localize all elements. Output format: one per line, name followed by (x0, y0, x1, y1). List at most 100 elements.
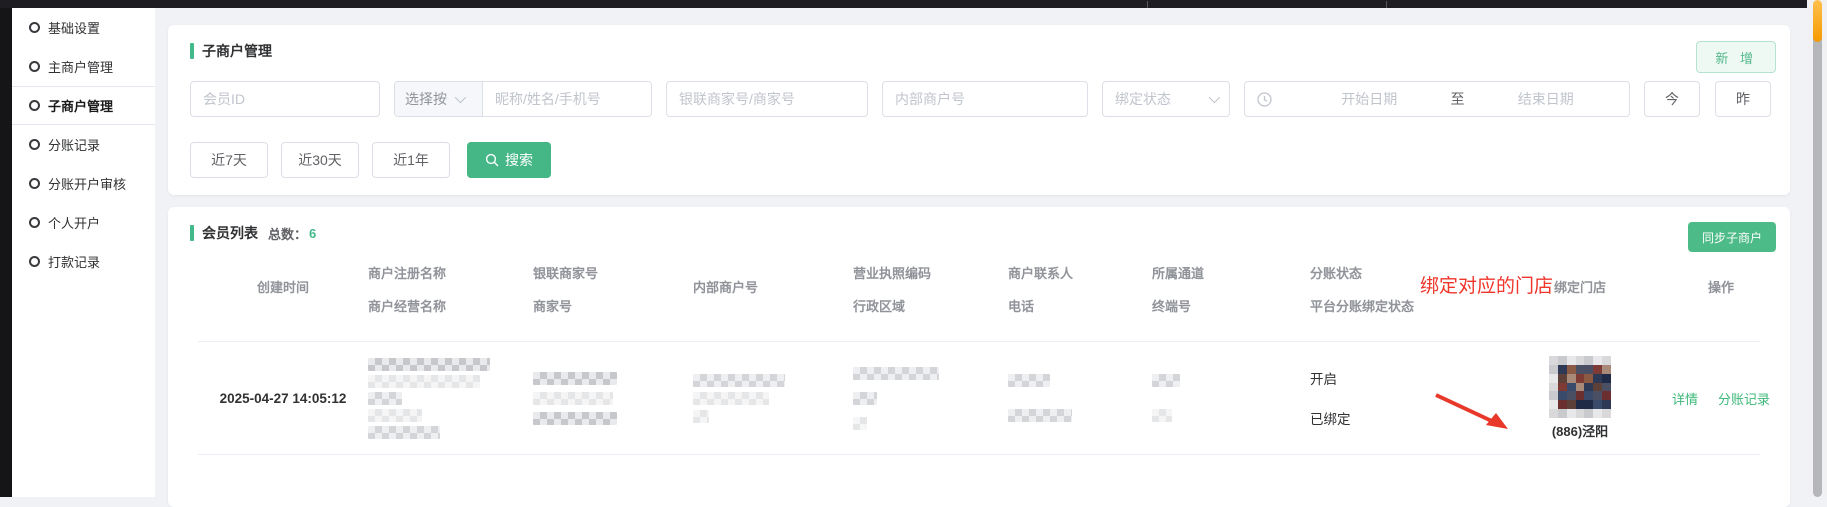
redacted-block (1008, 374, 1050, 387)
radio-circle-icon (29, 22, 40, 33)
col-header-channel: 所属通道 终端号 (1152, 257, 1310, 315)
store-image-pixel (1593, 365, 1602, 374)
store-image-pixel (1558, 383, 1567, 392)
store-image-pixel (1593, 383, 1602, 392)
cell-bound-store: (886)泾阳 (1510, 356, 1650, 440)
store-image-pixel (1576, 391, 1585, 400)
redacted-block (693, 410, 709, 423)
cell-create-time: 2025-04-27 14:05:12 (198, 391, 368, 406)
chevron-down-icon (1209, 92, 1220, 103)
search-button-label: 搜索 (505, 150, 533, 170)
store-image-pixel (1567, 374, 1576, 383)
internal-merchant-input[interactable] (882, 81, 1088, 117)
store-image-pixel (1593, 391, 1602, 400)
sidebar-item-split-account-audit[interactable]: 分账开户审核 (12, 164, 155, 203)
sidebar-item-payment-records[interactable]: 打款记录 (12, 242, 155, 281)
store-image-pixel (1584, 374, 1593, 383)
split-status-value: 开启 (1310, 368, 1510, 388)
store-image-pixel (1593, 374, 1602, 383)
search-button[interactable]: 搜索 (467, 142, 551, 178)
store-image-pixel (1549, 391, 1558, 400)
list-title: 会员列表 (202, 223, 258, 243)
sidebar-item-label: 分账开户审核 (48, 174, 126, 193)
total-count: 6 (309, 226, 316, 241)
store-image-pixel (1567, 365, 1576, 374)
redacted-block (368, 375, 480, 388)
sidebar-item-main-merchant[interactable]: 主商户管理 (12, 47, 155, 86)
yesterday-button[interactable]: 昨 (1715, 81, 1771, 117)
store-image-pixel (1602, 400, 1611, 409)
redacted-block (853, 417, 867, 430)
clock-icon (1257, 92, 1272, 107)
scrollbar-thumb[interactable] (1813, 2, 1822, 497)
store-image-pixel (1549, 356, 1558, 365)
sidebar-item-label: 主商户管理 (48, 57, 113, 76)
store-image-pixel (1602, 409, 1611, 418)
total-label: 总数： (268, 224, 307, 243)
sync-sub-merchant-button[interactable]: 同步子商户 (1688, 222, 1776, 252)
redacted-block (853, 392, 877, 405)
row-divider (198, 454, 1760, 455)
last-7-days-button[interactable]: 近7天 (190, 142, 268, 178)
redacted-block (1008, 409, 1072, 422)
col-header-actions: 操作 (1650, 257, 1792, 315)
sidebar-item-sub-merchant[interactable]: 子商户管理 (12, 86, 155, 125)
cell-license-redacted (853, 367, 1008, 430)
cell-channel-redacted (1152, 374, 1310, 422)
today-button[interactable]: 今 (1644, 81, 1700, 117)
nickname-input[interactable] (483, 82, 651, 116)
bind-status-select[interactable]: 绑定状态 (1102, 81, 1230, 117)
col-header-license: 营业执照编码 行政区域 (853, 257, 1008, 315)
member-id-input[interactable] (190, 81, 380, 117)
store-image-pixel (1558, 365, 1567, 374)
store-image-pixel (1593, 409, 1602, 418)
radio-circle-icon (29, 256, 40, 267)
store-image-pixel (1593, 400, 1602, 409)
member-list-panel: 会员列表 总数： 6 同步子商户 绑定对应的门店 创建时间 商户注册名称 商户经… (168, 207, 1790, 507)
sidebar-item-split-records[interactable]: 分账记录 (12, 125, 155, 164)
sidebar-item-label: 子商户管理 (48, 96, 113, 115)
redacted-block (853, 367, 939, 380)
sidebar-item-label: 基础设置 (48, 18, 100, 37)
store-image-pixel (1584, 409, 1593, 418)
store-image-pixel (1558, 391, 1567, 400)
store-image-pixel (1567, 391, 1576, 400)
nickname-search-group: 选择按 (394, 81, 652, 117)
search-panel: 子商户管理 新 增 选择按 绑定状态 开始日期 至 结束日期 今 昨 (168, 25, 1790, 195)
store-image-pixel (1576, 409, 1585, 418)
select-by-label: 选择按 (405, 89, 447, 109)
col-header-merchant-name: 商户注册名称 商户经营名称 (368, 257, 533, 315)
store-image-pixel (1602, 383, 1611, 392)
store-image-pixel (1549, 374, 1558, 383)
last-1-year-button[interactable]: 近1年 (372, 142, 450, 178)
store-image-pixel (1576, 365, 1585, 374)
store-image-pixel (1584, 383, 1593, 392)
select-by-dropdown[interactable]: 选择按 (395, 82, 483, 116)
unionpay-merchant-input[interactable] (666, 81, 868, 117)
date-range-picker[interactable]: 开始日期 至 结束日期 (1244, 81, 1630, 117)
last-30-days-button[interactable]: 近30天 (281, 142, 359, 178)
store-image-pixel (1549, 383, 1558, 392)
sidebar-item-personal-account[interactable]: 个人开户 (12, 203, 155, 242)
redacted-block (368, 426, 440, 439)
add-button[interactable]: 新 增 (1696, 41, 1776, 73)
redacted-block (368, 392, 402, 405)
col-header-contact: 商户联系人 电话 (1008, 257, 1152, 315)
scrollbar-top-indicator[interactable] (1813, 0, 1822, 42)
end-date-placeholder: 结束日期 (1475, 89, 1618, 109)
store-image-pixel (1567, 383, 1576, 392)
store-image[interactable] (1549, 356, 1611, 418)
radio-circle-icon (29, 100, 40, 111)
store-image-pixel (1602, 365, 1611, 374)
sidebar-item-label: 打款记录 (48, 252, 100, 271)
store-image-pixel (1549, 365, 1558, 374)
scrollbar-track[interactable] (1807, 0, 1827, 497)
store-image-pixel (1584, 400, 1593, 409)
sidebar-item-basic-settings[interactable]: 基础设置 (12, 8, 155, 47)
detail-link[interactable]: 详情 (1672, 389, 1698, 408)
redacted-block (1152, 374, 1180, 387)
redacted-block (533, 372, 617, 385)
store-image-pixel (1602, 391, 1611, 400)
radio-circle-icon (29, 217, 40, 228)
split-records-link[interactable]: 分账记录 (1718, 389, 1770, 408)
